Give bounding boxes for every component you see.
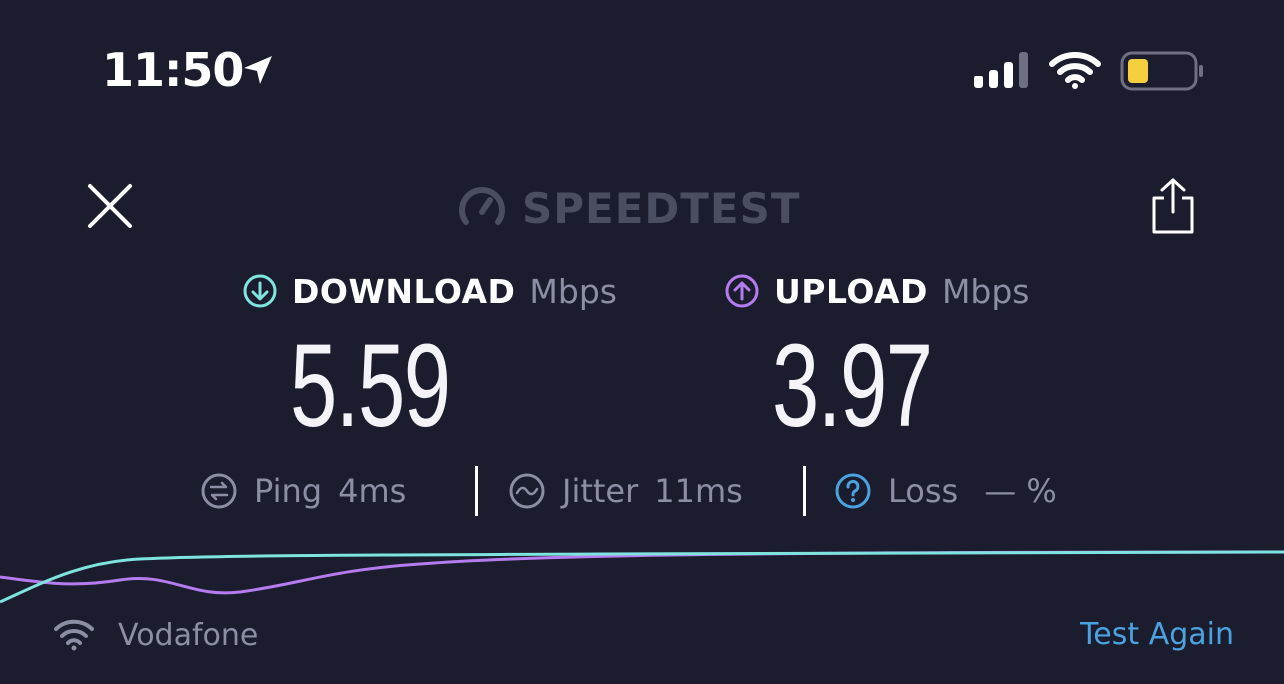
jitter-stat: Jitter 11ms (508, 466, 743, 516)
ping-stat: Ping 4ms (200, 466, 406, 516)
loss-value: — % (984, 472, 1057, 510)
download-label: DOWNLOAD (292, 271, 516, 311)
ping-label: Ping (254, 472, 323, 510)
download-graph-line (0, 550, 1284, 604)
upload-label: UPLOAD (774, 271, 928, 311)
speedtest-logo: SPEEDTEST (456, 180, 801, 236)
wifi-icon (1049, 52, 1101, 89)
help-question-icon[interactable] (834, 472, 872, 510)
loss-label: Loss (888, 472, 959, 510)
battery-icon (1120, 51, 1203, 91)
network-name: Vodafone (118, 617, 259, 653)
download-header: DOWNLOAD Mbps (242, 266, 617, 316)
test-again-button[interactable]: Test Again (1080, 612, 1234, 658)
stat-divider (803, 466, 806, 516)
upload-unit: Mbps (941, 271, 1030, 311)
ping-icon (201, 473, 237, 509)
jitter-label: Jitter (562, 472, 639, 510)
stat-divider (475, 466, 478, 516)
logo-text: SPEEDTEST (522, 183, 801, 233)
speed-graph (0, 550, 1284, 604)
upload-header: UPLOAD Mbps (724, 266, 1030, 316)
close-button[interactable] (84, 180, 136, 232)
download-speed-value: 5.59 (290, 320, 451, 452)
gauge-icon (459, 187, 505, 225)
download-arrow-icon (243, 274, 277, 308)
upload-arrow-icon (725, 274, 759, 308)
wifi-icon (54, 619, 94, 651)
jitter-icon (509, 473, 545, 509)
share-button[interactable] (1148, 176, 1198, 236)
network-info: Vodafone (52, 612, 258, 658)
location-arrow-icon (244, 56, 272, 84)
cellular-signal-icon (974, 52, 1028, 88)
upload-speed-value: 3.97 (772, 320, 933, 452)
ping-value: 4ms (338, 472, 407, 510)
status-time: 11:50 (102, 43, 244, 97)
jitter-value: 11ms (654, 472, 743, 510)
download-unit: Mbps (529, 271, 617, 311)
loss-stat[interactable]: Loss — % (834, 466, 1057, 516)
